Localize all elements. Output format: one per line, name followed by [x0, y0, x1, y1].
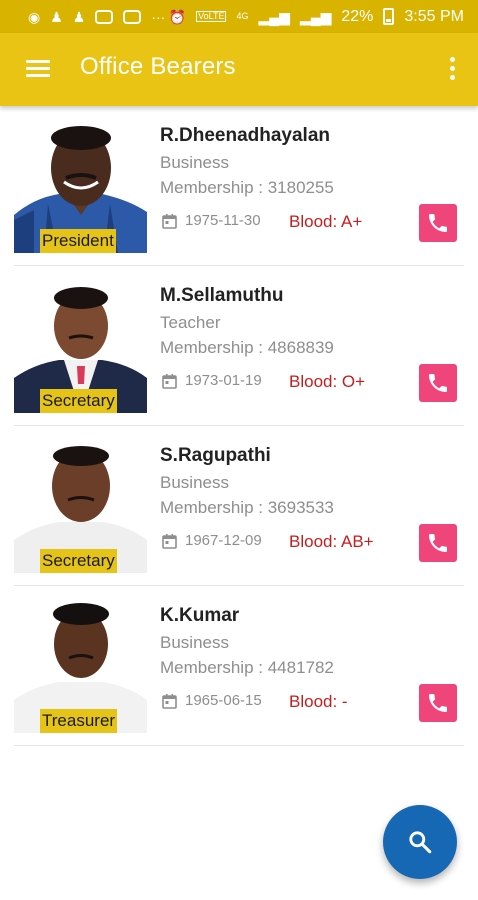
alarm-icon: ⏰ — [168, 8, 187, 25]
member-card[interactable]: President R.Dheenadhayalan Business Memb… — [0, 106, 478, 266]
member-dob: 1975-11-30 — [185, 212, 261, 229]
volte-icon: VoLTE — [196, 11, 227, 22]
member-dob: 1967-12-09 — [185, 532, 262, 549]
call-button[interactable] — [419, 364, 457, 402]
member-card[interactable]: Treasurer K.Kumar Business Membership : … — [0, 586, 478, 746]
member-dob-row: 1975-11-30 — [162, 212, 261, 229]
person-add-icon: ♟ — [50, 8, 63, 25]
battery-percent: 22% — [341, 7, 374, 25]
member-photo: Secretary — [14, 280, 147, 413]
member-blood-group: Blood: AB+ — [289, 532, 374, 551]
role-badge: President — [40, 229, 116, 253]
menu-icon[interactable] — [26, 60, 50, 78]
calendar-icon — [162, 213, 177, 229]
role-badge: Secretary — [40, 549, 117, 573]
signal-icon: ▂▄▆ — [258, 8, 290, 25]
page-title: Office Bearers — [80, 53, 236, 80]
calendar-icon — [162, 373, 177, 389]
call-button[interactable] — [419, 204, 457, 242]
signal-icon: ▂▄▆ — [299, 8, 332, 25]
member-blood-group: Blood: O+ — [289, 372, 366, 391]
battery-icon — [383, 8, 395, 25]
member-card[interactable]: Secretary M.Sellamuthu Teacher Membershi… — [0, 266, 478, 426]
status-bar: ◉ ♟ ♟ ··· ⏰ VoLTE 4G ▂▄▆ ▂▄▆ 22% 3:55 PM — [0, 0, 478, 33]
status-bar-system: ⏰ VoLTE 4G ▂▄▆ ▂▄▆ 22% 3:55 PM — [169, 8, 464, 26]
member-membership: Membership : 4481782 — [160, 658, 334, 677]
status-bar-notifications: ◉ ♟ ♟ ··· — [28, 8, 166, 25]
member-dob-row: 1973-01-19 — [162, 372, 262, 389]
member-photo: President — [14, 120, 147, 253]
call-button[interactable] — [419, 524, 457, 562]
sky-app-icon — [123, 9, 142, 24]
member-dob: 1965-06-15 — [185, 692, 262, 709]
member-occupation: Business — [160, 473, 229, 492]
member-blood-group: Blood: A+ — [289, 212, 363, 231]
member-dob: 1973-01-19 — [185, 372, 262, 389]
call-button[interactable] — [419, 684, 457, 722]
more-vert-icon[interactable] — [450, 57, 456, 81]
member-name: K.Kumar — [160, 605, 240, 626]
member-occupation: Business — [160, 633, 229, 652]
network-icon: 4G — [236, 11, 249, 21]
member-dob-row: 1967-12-09 — [162, 532, 262, 549]
member-name: M.Sellamuthu — [160, 285, 284, 306]
role-badge: Treasurer — [40, 709, 118, 733]
search-fab-button[interactable] — [383, 805, 457, 879]
member-dob-row: 1965-06-15 — [162, 692, 262, 709]
role-badge: Secretary — [40, 389, 117, 413]
member-occupation: Teacher — [160, 313, 221, 332]
phone-icon — [429, 214, 447, 232]
phone-icon — [429, 694, 447, 712]
news-icon — [95, 9, 114, 24]
more-notifications-icon: ··· — [151, 8, 166, 25]
search-icon — [409, 831, 432, 854]
phone-icon — [429, 534, 447, 552]
member-name: S.Ragupathi — [160, 445, 271, 466]
member-name: R.Dheenadhayalan — [160, 125, 330, 146]
member-membership: Membership : 3693533 — [160, 498, 334, 517]
member-membership: Membership : 4868839 — [160, 338, 334, 357]
calendar-icon — [162, 693, 177, 709]
phone-icon — [429, 374, 447, 392]
member-blood-group: Blood: - — [289, 692, 348, 711]
status-time: 3:55 PM — [404, 7, 464, 25]
member-occupation: Business — [160, 153, 229, 172]
messenger-icon: ◉ — [28, 8, 41, 25]
member-membership: Membership : 3180255 — [160, 178, 334, 197]
app-bar: Office Bearers — [0, 33, 478, 106]
person-add-icon: ♟ — [72, 8, 86, 25]
member-list: President R.Dheenadhayalan Business Memb… — [0, 106, 478, 746]
member-photo: Treasurer — [14, 600, 147, 733]
member-photo: Secretary — [14, 440, 147, 573]
calendar-icon — [162, 533, 177, 549]
member-card[interactable]: Secretary S.Ragupathi Business Membershi… — [0, 426, 478, 586]
